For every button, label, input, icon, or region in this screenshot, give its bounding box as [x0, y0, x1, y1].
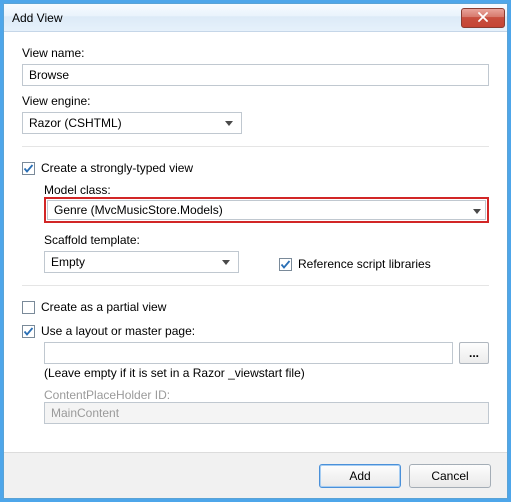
- scaffold-template-value: Empty: [51, 255, 85, 269]
- chevron-down-icon: [218, 254, 234, 270]
- strongly-typed-label: Create a strongly-typed view: [41, 161, 193, 175]
- strongly-typed-row: Create a strongly-typed view: [22, 161, 489, 175]
- strongly-typed-checkbox[interactable]: [22, 162, 35, 175]
- model-class-highlight: Genre (MvcMusicStore.Models): [44, 197, 489, 223]
- layout-path-input[interactable]: [44, 342, 453, 364]
- dialog-content: View name: View engine: Razor (CSHTML) C…: [4, 32, 507, 452]
- use-layout-checkbox[interactable]: [22, 325, 35, 338]
- ellipsis-icon: ...: [469, 346, 479, 360]
- window-title: Add View: [12, 11, 62, 25]
- partial-view-label: Create as a partial view: [41, 300, 166, 314]
- cancel-button[interactable]: Cancel: [409, 464, 491, 488]
- model-class-dropdown[interactable]: Genre (MvcMusicStore.Models): [47, 200, 486, 220]
- reference-scripts-row: Reference script libraries: [279, 257, 431, 271]
- add-button[interactable]: Add: [319, 464, 401, 488]
- close-button[interactable]: [461, 8, 505, 28]
- close-icon: [477, 11, 489, 25]
- view-engine-dropdown[interactable]: Razor (CSHTML): [22, 112, 242, 134]
- chevron-down-icon: [221, 115, 237, 131]
- dialog-footer: Add Cancel: [4, 452, 507, 498]
- layout-group: ... (Leave empty if it is set in a Razor…: [44, 342, 489, 424]
- layout-hint: (Leave empty if it is set in a Razor _vi…: [44, 366, 489, 380]
- scaffold-template-dropdown[interactable]: Empty: [44, 251, 239, 273]
- divider: [22, 285, 489, 286]
- reference-scripts-label: Reference script libraries: [298, 257, 431, 271]
- partial-view-checkbox[interactable]: [22, 301, 35, 314]
- browse-button[interactable]: ...: [459, 342, 489, 364]
- model-class-value: Genre (MvcMusicStore.Models): [54, 203, 223, 217]
- partial-view-row: Create as a partial view: [22, 300, 489, 314]
- view-engine-label: View engine:: [22, 94, 489, 108]
- view-engine-value: Razor (CSHTML): [29, 116, 122, 130]
- chevron-down-icon: [473, 203, 481, 217]
- use-layout-label: Use a layout or master page:: [41, 324, 195, 338]
- cph-id-label: ContentPlaceHolder ID:: [44, 388, 489, 402]
- strongly-typed-group: Model class: Genre (MvcMusicStore.Models…: [44, 179, 489, 273]
- view-name-label: View name:: [22, 46, 489, 60]
- model-class-label: Model class:: [44, 183, 489, 197]
- use-layout-row: Use a layout or master page:: [22, 324, 489, 338]
- divider: [22, 146, 489, 147]
- scaffold-template-label: Scaffold template:: [44, 233, 239, 247]
- titlebar: Add View: [4, 4, 507, 32]
- view-name-input[interactable]: [22, 64, 489, 86]
- reference-scripts-checkbox[interactable]: [279, 258, 292, 271]
- cph-id-input: [44, 402, 489, 424]
